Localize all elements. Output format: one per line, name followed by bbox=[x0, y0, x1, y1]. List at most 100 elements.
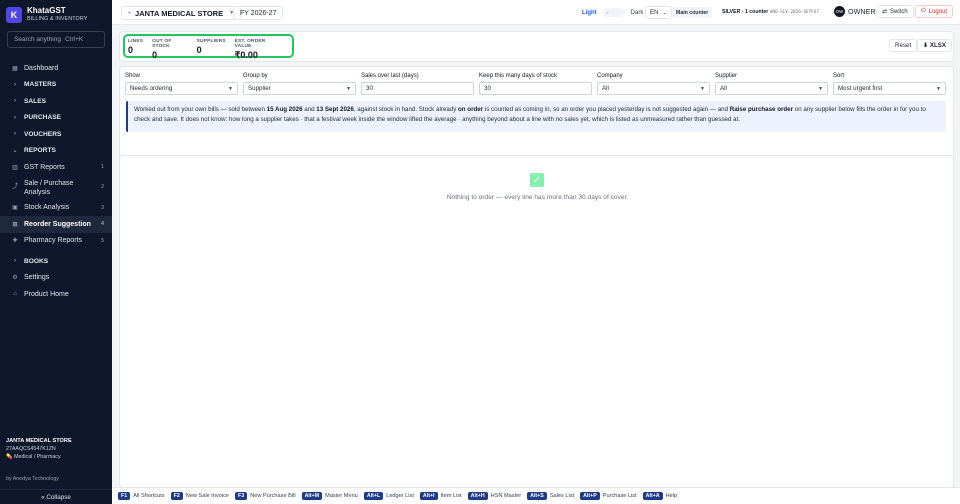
stat-out-of-stock: OUT OF STOCK 0 bbox=[152, 39, 188, 60]
sidebar-section-reports[interactable]: ⌄ REPORTS bbox=[0, 143, 112, 160]
shortcut-badge: 2 bbox=[100, 184, 104, 190]
sort-select[interactable]: Most urgent first ▼ bbox=[833, 82, 946, 95]
shortcut-item-list[interactable]: Alt+I Item List bbox=[419, 492, 462, 500]
store-type: 💊 Medical / Pharmacy bbox=[6, 454, 106, 460]
store-info: JANTA MEDICAL STORE 27AAQCS4547K1ZN 💊 Me… bbox=[6, 438, 106, 460]
stat-value: 0 bbox=[196, 45, 202, 55]
logout-button[interactable]: ⏻ Logout bbox=[915, 5, 954, 18]
search-placeholder: Search anything bbox=[14, 36, 61, 43]
shortcut-key: Alt+S bbox=[527, 492, 547, 500]
input-value: 30 bbox=[366, 85, 373, 92]
search-shortcut: Ctrl+K bbox=[64, 36, 84, 43]
shortcut-badge: 4 bbox=[100, 221, 104, 228]
keep-days-input[interactable]: 30 bbox=[479, 82, 592, 95]
sidebar-item-pharmacy-reports[interactable]: ✚ Pharmacy Reports 5 bbox=[0, 233, 112, 250]
shortcut-hsn-master[interactable]: Alt+H HSN Master bbox=[467, 492, 522, 500]
store-selector[interactable]: ● JANTA MEDICAL STORE ▼ bbox=[121, 6, 242, 20]
shortcut-master-menu[interactable]: Alt+M Master Menu bbox=[301, 492, 358, 500]
group-by-select[interactable]: Supplier ▼ bbox=[243, 82, 356, 95]
chevron-right-icon: › bbox=[14, 81, 16, 88]
sidebar-section-label: BOOKS bbox=[24, 257, 49, 265]
stat-value: 0 bbox=[128, 45, 134, 55]
filter-sales-over: Sales over last (days) 30 bbox=[361, 73, 474, 95]
app-logo: K bbox=[6, 7, 22, 23]
sidebar-section-label: REPORTS bbox=[24, 147, 56, 155]
shortcut-label: Sales List bbox=[549, 493, 575, 499]
shortcut-new-purchase[interactable]: F3 New Purchase Bill bbox=[235, 492, 296, 500]
shortcut-key: Alt+A bbox=[642, 492, 663, 500]
shortcut-ledger-list[interactable]: Alt+L Ledger List bbox=[363, 492, 414, 500]
sidebar-section-label: SALES bbox=[24, 97, 46, 105]
sidebar-section-vouchers[interactable]: › VOUCHERS bbox=[0, 126, 112, 143]
bar-chart-icon: ▥ bbox=[12, 164, 18, 171]
select-value: All bbox=[720, 85, 727, 92]
info-text: , against stock in hand. Stock already bbox=[353, 106, 459, 113]
shortcut-key: Alt+M bbox=[301, 492, 323, 500]
sidebar-item-stock-analysis[interactable]: ▣ Stock Analysis 3 bbox=[0, 200, 112, 217]
reset-button[interactable]: Reset bbox=[889, 39, 918, 52]
plan-code: ANO-SLV-2026-4E7F67 bbox=[769, 10, 819, 15]
info-on-order: on order bbox=[458, 106, 484, 113]
shortcut-label: Item List bbox=[440, 493, 462, 499]
supplier-select[interactable]: All ▼ bbox=[715, 82, 828, 95]
shortcut-key: F3 bbox=[235, 492, 248, 500]
sidebar-section-purchase[interactable]: › PURCHASE bbox=[0, 110, 112, 127]
empty-state-message: Nothing to order — every line has more t… bbox=[446, 194, 629, 201]
filter-sort: Sort Most urgent first ▼ bbox=[833, 73, 946, 95]
sidebar-item-settings[interactable]: ⚙ Settings bbox=[0, 270, 112, 287]
stat-lines: LINES 0 bbox=[128, 39, 143, 55]
show-select[interactable]: Needs ordering ▼ bbox=[125, 82, 238, 95]
collapse-button[interactable]: « Collapse bbox=[0, 489, 112, 504]
brand-subtitle: BILLING & INVENTORY bbox=[27, 16, 88, 22]
shortcut-purchase-list[interactable]: Alt+P Purchase List bbox=[580, 492, 637, 500]
filter-group-by: Group by Supplier ▼ bbox=[243, 73, 356, 95]
shortcut-key: Alt+P bbox=[580, 492, 600, 500]
shortcut-sales-list[interactable]: Alt+S Sales List bbox=[527, 492, 574, 500]
chevron-right-icon: › bbox=[14, 131, 16, 138]
user-role[interactable]: OW OWNER bbox=[834, 6, 876, 17]
results-panel: ✓ Nothing to order — every line has more… bbox=[119, 155, 954, 488]
language-selector[interactable]: EN ⌄ bbox=[645, 6, 672, 19]
shortcut-label: New Purchase Bill bbox=[250, 493, 296, 499]
theme-dark-label: Dark bbox=[630, 9, 644, 16]
brand[interactable]: K KhataGST BILLING & INVENTORY bbox=[6, 6, 87, 23]
filter-keep-days: Keep this many days of stock 30 bbox=[479, 73, 592, 95]
shortcut-label: HSN Master bbox=[490, 493, 522, 499]
sidebar-item-gst-reports[interactable]: ▥ GST Reports 1 bbox=[0, 159, 112, 176]
company-select[interactable]: All ▼ bbox=[597, 82, 710, 95]
fy-selector[interactable]: FY 2026-27 bbox=[233, 6, 284, 20]
sidebar-section-sales[interactable]: › SALES bbox=[0, 93, 112, 110]
shortcut-key: F2 bbox=[170, 492, 183, 500]
switch-button[interactable]: ⇄ Switch bbox=[876, 5, 914, 18]
topbar: ● JANTA MEDICAL STORE ▼ FY 2026-27 Light… bbox=[112, 0, 960, 25]
shortcut-help[interactable]: Alt+A Help bbox=[642, 492, 677, 500]
search-input[interactable]: Search anything Ctrl+K bbox=[7, 31, 105, 48]
stat-value: 0 bbox=[152, 50, 158, 60]
pill-icon: ✚ bbox=[12, 238, 18, 245]
sidebar-item-reorder-suggestion[interactable]: ⊞ Reorder Suggestion 4 bbox=[0, 216, 112, 233]
sales-days-input[interactable]: 30 bbox=[361, 82, 474, 95]
sidebar-nav: ▦ Dashboard › MASTERS › SALES › PURCHASE… bbox=[0, 60, 112, 303]
shortcut-bar: F1 All Shortcuts F2 New Sale Invoice F3 New… bbox=[112, 487, 960, 504]
sidebar-item-label: GST Reports bbox=[24, 163, 65, 171]
shortcut-badge: 3 bbox=[100, 204, 104, 211]
export-xlsx-button[interactable]: ⬇ XLSX bbox=[917, 39, 953, 52]
theme-switch[interactable]: ✓ bbox=[602, 8, 625, 17]
sidebar-item-sale-purchase-analysis[interactable]: ⤴ Sale / Purchase Analysis 2 bbox=[0, 176, 112, 200]
counter-selector[interactable]: Main counter bbox=[672, 7, 713, 18]
logout-label: Logout bbox=[928, 8, 948, 15]
store-name: JANTA MEDICAL STORE bbox=[6, 438, 72, 444]
sidebar-item-product-home[interactable]: ⌂ Product Home bbox=[0, 286, 112, 303]
shortcut-all[interactable]: F1 All Shortcuts bbox=[118, 492, 165, 500]
store-selector-label: JANTA MEDICAL STORE bbox=[135, 8, 224, 18]
shortcut-new-sale[interactable]: F2 New Sale Invoice bbox=[170, 492, 229, 500]
theme-toggle[interactable]: Light ✓ Dark bbox=[582, 8, 643, 17]
info-date-to: 13 Sept 2026 bbox=[316, 106, 354, 113]
toggle-mark: ✓ bbox=[605, 9, 610, 15]
sidebar-section-books[interactable]: › BOOKS bbox=[0, 253, 112, 270]
sidebar-item-dashboard[interactable]: ▦ Dashboard bbox=[0, 60, 112, 77]
summary-bar: LINES 0 OUT OF STOCK 0 SUPPLIERS 0 EST. … bbox=[119, 31, 954, 62]
cart-icon: ⊞ bbox=[12, 221, 18, 228]
sidebar-section-masters[interactable]: › MASTERS bbox=[0, 77, 112, 94]
sidebar-section-label: VOUCHERS bbox=[24, 130, 62, 138]
